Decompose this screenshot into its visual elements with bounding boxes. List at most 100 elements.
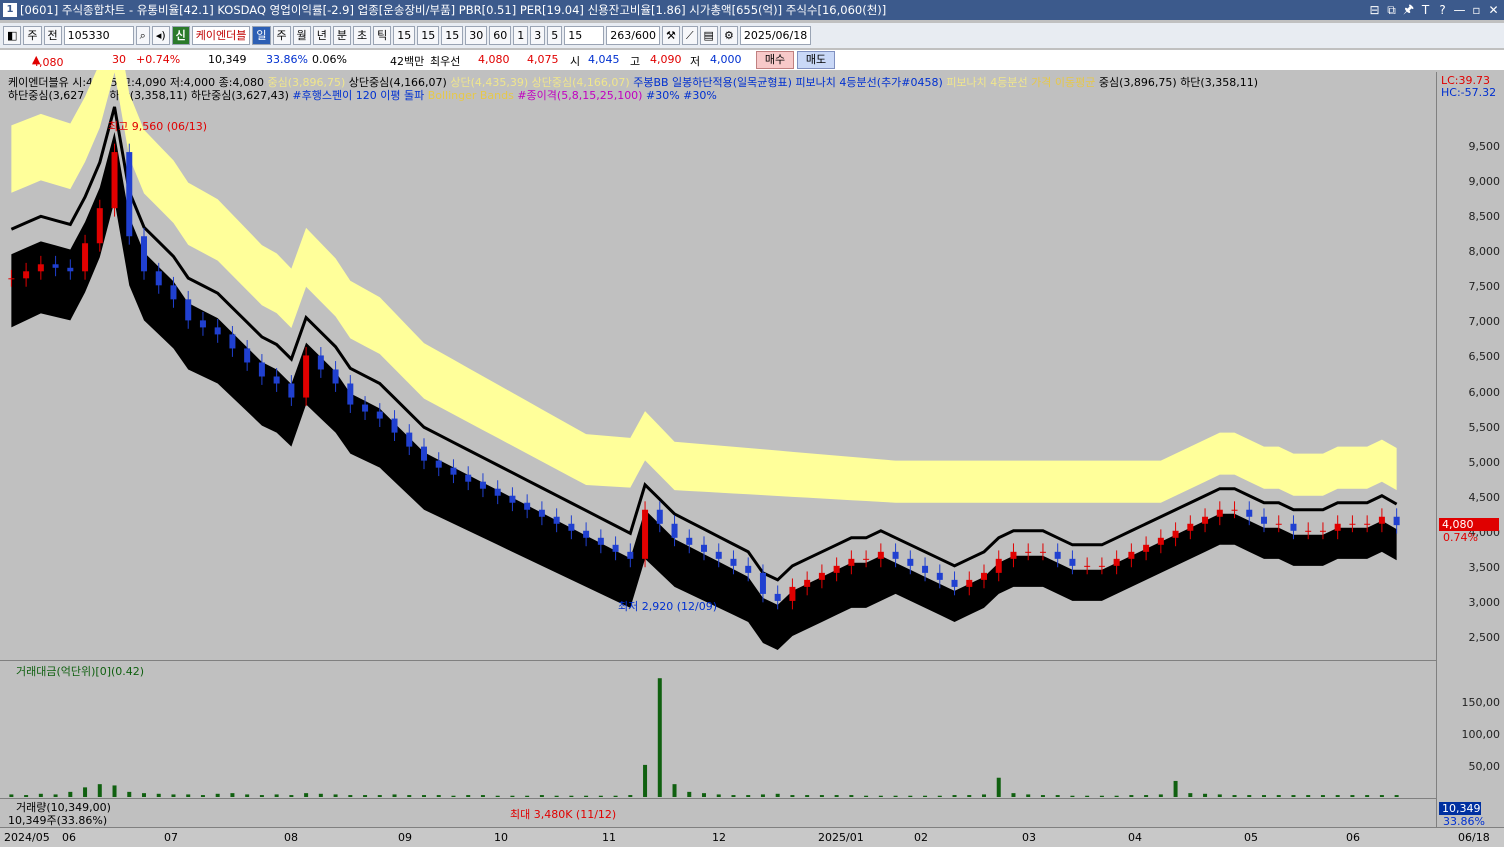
sell-button[interactable]: 매도 <box>797 51 835 69</box>
candle-body <box>981 572 987 580</box>
font-icon[interactable]: T <box>1419 3 1432 17</box>
amount-bar <box>436 795 441 797</box>
interval-15a[interactable]: 15 <box>393 26 416 45</box>
x-tick-label: 06 <box>62 831 76 844</box>
amount-bar <box>318 793 323 797</box>
candle-body <box>1305 530 1312 532</box>
tab-second[interactable]: 초 <box>353 26 372 45</box>
candle-body <box>126 152 133 237</box>
search-icon[interactable]: ⌕ <box>135 26 150 45</box>
amount-bar <box>1350 795 1355 797</box>
x-tick-label: 11 <box>602 831 616 844</box>
tab-month[interactable]: 월 <box>292 26 311 45</box>
stock-name[interactable]: 케이엔더블 <box>191 26 251 45</box>
count-value: 263 <box>610 29 632 42</box>
amount: 42백만 <box>390 55 425 68</box>
draw-icon[interactable]: ⟋ <box>681 26 698 45</box>
y-tick-label: 8,000 <box>1468 245 1501 259</box>
prev-button[interactable]: 전 <box>43 26 62 45</box>
price: 4,080 ▲ <box>32 53 64 69</box>
amount-bar <box>1144 795 1149 797</box>
maximize-icon[interactable]: ▫ <box>1470 3 1483 17</box>
high-annotation: 최고 9,560 (06/13) <box>108 120 207 133</box>
candle-body <box>214 327 221 335</box>
save-icon[interactable]: ▤ <box>699 26 718 45</box>
restore-icon[interactable]: ⧉ <box>1385 3 1398 18</box>
pin-icon[interactable]: 🖈 <box>1402 0 1415 21</box>
candle-body <box>1069 558 1076 566</box>
amount-bar <box>230 793 235 797</box>
y-tick-label: 3,000 <box>1468 595 1501 609</box>
gear-icon[interactable]: ⚙ <box>719 26 738 45</box>
candle-body <box>288 383 295 398</box>
x-tick-label: 10 <box>494 831 508 844</box>
interval-1[interactable]: 1 <box>513 26 529 45</box>
tools-icon[interactable]: ⚒ <box>661 26 680 45</box>
panel-divider-volume <box>0 798 1436 799</box>
volume-max-annotation: 최대 3,480K (11/12) <box>510 808 616 821</box>
candle-body <box>1157 537 1164 545</box>
tab-minute[interactable]: 분 <box>332 26 352 45</box>
tab-day[interactable]: 일 <box>252 26 271 45</box>
volume: 10,349 <box>208 53 247 66</box>
candle-body <box>892 551 899 559</box>
candle-body <box>391 418 398 433</box>
tab-tick[interactable]: 틱 <box>373 26 392 45</box>
candle-body <box>362 404 369 412</box>
amount-bar <box>1365 795 1370 797</box>
y-axis-panel: LC:39.73 HC:-57.32 9,500 9,000 8,500 8,000 7… <box>1436 72 1504 828</box>
toolbar: ◧ 주 전 105330 ⌕ ◂) 신 케이엔더블 일 주 월 년 분 초 틱 … <box>0 23 1504 48</box>
x-axis: 2024/05 06 07 08 09 10 11 12 2025/01 02 03 04 05 06 06… <box>0 827 1504 847</box>
y-tick-label: 8,500 <box>1468 210 1501 224</box>
price-value: 4,080 <box>32 56 64 69</box>
turnover: 33.86% <box>266 53 308 66</box>
candle-body <box>244 348 251 363</box>
amount-bar <box>142 793 146 797</box>
speaker-icon[interactable]: ◂) <box>151 26 170 45</box>
candle-body <box>1231 509 1238 511</box>
dock-icon[interactable]: ⊟ <box>1368 3 1381 17</box>
window-title: [0601] 주식종합차트 - 유통비율[42.1] KOSDAQ 영업이익률[… <box>20 3 887 17</box>
interval-60[interactable]: 60 <box>489 26 512 45</box>
x-tick-label: 03 <box>1022 831 1036 844</box>
tab-week[interactable]: 주 <box>272 26 291 45</box>
candle-body <box>951 579 958 587</box>
amount-panel-title: 거래대금(억단위)[0](0.42) <box>16 665 144 678</box>
price-chart[interactable]: 최고 9,560 (06/13) 최저 2,920 (12/09) 최대 3,480… <box>0 70 1436 827</box>
buy-button[interactable]: 매수 <box>756 51 794 69</box>
interval-15c[interactable]: 15 <box>441 26 464 45</box>
amount-bar <box>569 795 574 797</box>
help-icon[interactable]: ? <box>1436 3 1449 17</box>
high-label: 고 <box>630 55 641 68</box>
title-bar: 1 [0601] 주식종합차트 - 유통비율[42.1] KOSDAQ 영업이익… <box>0 0 1504 20</box>
interval-30[interactable]: 30 <box>465 26 488 45</box>
amount-bar <box>1203 793 1208 797</box>
interval-input[interactable]: 15 <box>564 26 605 45</box>
amount-tick-label: 150,00 <box>1461 695 1501 709</box>
interval-15b[interactable]: 15 <box>417 26 440 45</box>
candle-body <box>8 278 15 280</box>
candle-body <box>715 551 722 559</box>
amount-bar <box>112 785 117 797</box>
close-icon[interactable]: ✕ <box>1487 3 1500 17</box>
date-input[interactable]: 2025/06/18 <box>739 26 812 45</box>
candle-body <box>1364 523 1371 525</box>
amount-bar <box>392 794 397 797</box>
minimize-icon[interactable]: — <box>1453 3 1466 17</box>
amount-bar <box>1040 795 1045 797</box>
tab-year[interactable]: 년 <box>312 26 331 45</box>
amount-bar <box>333 794 338 797</box>
new-badge: 신 <box>171 26 190 45</box>
candle-body <box>23 271 30 279</box>
amount-bar <box>819 795 824 797</box>
interval-3[interactable]: 3 <box>530 26 546 45</box>
link-icon[interactable]: ◧ <box>3 26 22 45</box>
candle-body <box>96 208 103 244</box>
count-input[interactable]: 263/600 <box>606 26 660 45</box>
period-select[interactable]: 주 <box>23 26 42 45</box>
candle-body <box>1054 551 1061 559</box>
interval-5[interactable]: 5 <box>547 26 563 45</box>
change: 30 <box>112 53 126 66</box>
amount-bar <box>1247 795 1252 797</box>
code-input[interactable]: 105330 <box>63 26 134 45</box>
